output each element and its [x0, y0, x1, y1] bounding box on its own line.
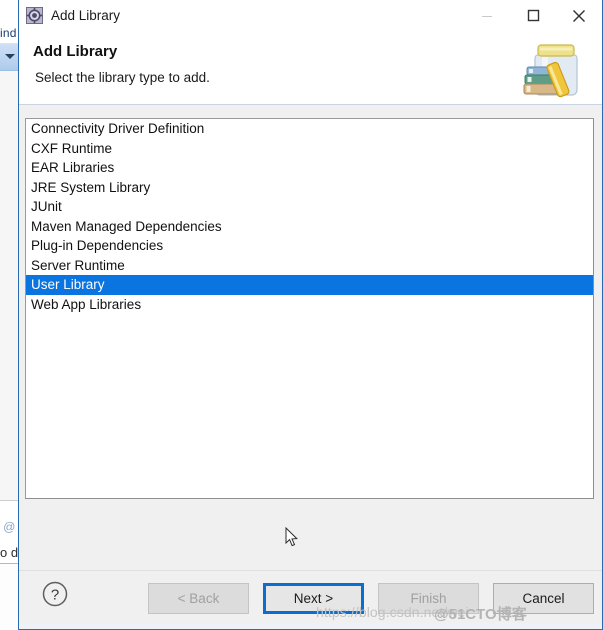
help-button[interactable]: ?	[41, 580, 69, 608]
list-item[interactable]: JRE System Library	[26, 178, 593, 198]
title-bar-left: Add Library	[19, 7, 464, 24]
maximize-icon[interactable]	[510, 0, 556, 31]
background-text-fragment: o d	[0, 545, 19, 560]
list-item[interactable]: Plug-in Dependencies	[26, 236, 593, 256]
header-title: Add Library	[33, 43, 118, 60]
add-library-dialog: Add Library Add Library Select the libra…	[18, 0, 603, 630]
next-button[interactable]: Next >	[263, 583, 364, 614]
window-controls	[464, 0, 602, 31]
gear-icon	[26, 7, 43, 24]
background-dropdown-caret-icon	[5, 54, 15, 59]
title-bar[interactable]: Add Library	[19, 0, 602, 31]
window-title: Add Library	[51, 8, 121, 23]
dialog-header: Add Library Select the library type to a…	[19, 31, 602, 105]
dialog-footer: ? < Back Next > Finish Cancel	[19, 570, 602, 629]
list-item[interactable]: CXF Runtime	[26, 139, 593, 159]
svg-text:?: ?	[51, 587, 59, 604]
background-at-fragment: @	[3, 520, 16, 534]
background-menu-fragment: ind	[0, 26, 17, 40]
back-button: < Back	[148, 583, 249, 614]
dialog-bottom-edge	[19, 623, 602, 629]
list-item[interactable]: Web App Libraries	[26, 295, 593, 315]
list-item[interactable]: Maven Managed Dependencies	[26, 217, 593, 237]
header-subtitle: Select the library type to add.	[35, 70, 210, 85]
minimize-icon[interactable]	[464, 0, 510, 31]
close-icon[interactable]	[556, 0, 602, 31]
list-item[interactable]: Server Runtime	[26, 256, 593, 276]
wizard-buttons: < Back Next > Finish Cancel	[148, 583, 594, 614]
list-item[interactable]: EAR Libraries	[26, 158, 593, 178]
finish-button: Finish	[378, 583, 479, 614]
list-item[interactable]: JUnit	[26, 197, 593, 217]
library-type-list[interactable]: Connectivity Driver Definition CXF Runtim…	[25, 118, 594, 499]
list-item[interactable]: User Library	[26, 275, 593, 295]
list-item[interactable]: Connectivity Driver Definition	[26, 119, 593, 139]
library-jar-icon	[518, 33, 594, 103]
dialog-body: Connectivity Driver Definition CXF Runtim…	[19, 105, 602, 570]
cancel-button[interactable]: Cancel	[493, 583, 594, 614]
